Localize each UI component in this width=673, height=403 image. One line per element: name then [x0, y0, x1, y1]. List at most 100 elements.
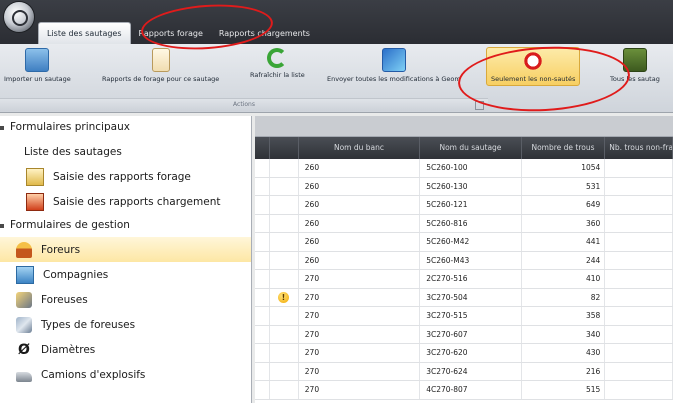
sidebar-item-label: Foreuses [41, 293, 88, 306]
cell-sautage[interactable]: 3C270-620 [420, 344, 522, 362]
column-header-banc[interactable]: Nom du banc [299, 137, 421, 159]
cell-banc[interactable]: 270 [299, 288, 421, 306]
sidebar-item-liste-sautages[interactable]: Liste des sautages [0, 139, 251, 164]
cell-trous-non-franchis[interactable] [605, 362, 673, 380]
cell-banc[interactable]: 260 [299, 214, 421, 232]
table-row[interactable]: 270 3C270-624 216 [255, 362, 673, 381]
cell-sautage[interactable]: 5C260-M43 [420, 251, 522, 269]
tab-rapports-chargements[interactable]: Rapports chargements [211, 24, 318, 44]
cell-banc[interactable]: 270 [299, 270, 421, 288]
sidebar-item-camions-explosifs[interactable]: Camions d'explosifs [0, 362, 251, 387]
row-indicator [255, 159, 270, 177]
row-indicator [255, 381, 270, 399]
cell-trous-non-franchis[interactable] [605, 325, 673, 343]
app-menu-icon[interactable] [4, 2, 34, 32]
cell-trous[interactable]: 649 [522, 196, 606, 214]
import-sautage-button[interactable]: Importer un sautage [4, 48, 71, 83]
cell-banc[interactable]: 270 [299, 344, 421, 362]
sidebar-item-compagnies[interactable]: Compagnies [0, 262, 251, 287]
cell-trous-non-franchis[interactable] [605, 214, 673, 232]
cell-banc[interactable]: 260 [299, 233, 421, 251]
tab-rapports-forage[interactable]: Rapports forage [131, 24, 211, 44]
sidebar-item-foreuses[interactable]: Foreuses [0, 287, 251, 312]
column-header-trous-non-franchis[interactable]: Nb. trous non-fran [605, 137, 673, 159]
cell-trous-non-franchis[interactable] [605, 233, 673, 251]
cell-trous[interactable]: 410 [522, 270, 606, 288]
refresh-button[interactable]: Rafraîchir la liste [250, 48, 305, 79]
table-row[interactable]: 260 5C260-M43 244 [255, 251, 673, 270]
table-row[interactable]: 270 3C270-620 430 [255, 344, 673, 363]
cell-banc[interactable]: 260 [299, 177, 421, 195]
cell-sautage[interactable]: 4C270-807 [420, 381, 522, 399]
tab-liste-sautages[interactable]: Liste des sautages [38, 22, 131, 45]
cell-banc[interactable]: 260 [299, 196, 421, 214]
sidebar-item-saisie-chargement[interactable]: Saisie des rapports chargement [0, 189, 251, 214]
sidebar-item-types-foreuses[interactable]: Types de foreuses [0, 312, 251, 337]
table-row[interactable]: 270 3C270-607 340 [255, 325, 673, 344]
filter-non-sautes-button[interactable]: Seulement les non-sautés [486, 47, 581, 86]
table-row[interactable]: 260 5C260-816 360 [255, 214, 673, 233]
cell-sautage[interactable]: 3C270-515 [420, 307, 522, 325]
cell-trous[interactable]: 531 [522, 177, 606, 195]
cell-trous[interactable]: 216 [522, 362, 606, 380]
charge-report-icon [26, 192, 44, 211]
send-to-geom-button[interactable]: Envoyer toutes les modifications à Geom [327, 48, 461, 83]
cell-trous-non-franchis[interactable] [605, 177, 673, 195]
cell-banc[interactable]: 260 [299, 251, 421, 269]
sidebar-item-foreurs[interactable]: Foreurs [0, 237, 251, 262]
cell-sautage[interactable]: 5C260-816 [420, 214, 522, 232]
table-row[interactable]: 270 4C270-807 515 [255, 381, 673, 400]
cell-trous-non-franchis[interactable] [605, 381, 673, 399]
cell-trous-non-franchis[interactable] [605, 288, 673, 306]
cell-trous[interactable]: 515 [522, 381, 606, 399]
cell-trous-non-franchis[interactable] [605, 307, 673, 325]
table-row[interactable]: 260 5C260-121 649 [255, 196, 673, 215]
row-indicator [255, 307, 270, 325]
cell-trous[interactable]: 244 [522, 251, 606, 269]
filter-non-sautes-label: Seulement les non-sautés [491, 75, 576, 83]
table-row[interactable]: ! 270 3C270-504 82 [255, 288, 673, 307]
cell-trous[interactable]: 340 [522, 325, 606, 343]
group-by-area [255, 116, 673, 137]
sidebar-item-label: Saisie des rapports forage [53, 170, 191, 183]
cell-trous-non-franchis[interactable] [605, 270, 673, 288]
table-row[interactable]: 260 5C260-100 1054 [255, 159, 673, 178]
cell-trous[interactable]: 1054 [522, 159, 606, 177]
cell-sautage[interactable]: 5C260-M42 [420, 233, 522, 251]
cell-trous-non-franchis[interactable] [605, 196, 673, 214]
cell-sautage[interactable]: 5C260-100 [420, 159, 522, 177]
table-row[interactable]: 270 2C270-516 410 [255, 270, 673, 289]
group-launcher-icon[interactable] [475, 101, 484, 110]
cell-sautage[interactable]: 5C260-130 [420, 177, 522, 195]
cell-trous[interactable]: 82 [522, 288, 606, 306]
sidebar-item-label: Liste des sautages [24, 145, 122, 158]
sidebar-item-label: Saisie des rapports chargement [53, 195, 221, 208]
table-row[interactable]: 270 3C270-515 358 [255, 307, 673, 326]
cell-trous-non-franchis[interactable] [605, 159, 673, 177]
column-header-trous[interactable]: Nombre de trous [522, 137, 606, 159]
cell-sautage[interactable]: 3C270-624 [420, 362, 522, 380]
cell-trous[interactable]: 441 [522, 233, 606, 251]
sidebar-item-saisie-forage[interactable]: Saisie des rapports forage [0, 164, 251, 189]
rapports-forage-button[interactable]: Rapports de forage pour ce sautage [102, 48, 219, 83]
cell-trous-non-franchis[interactable] [605, 251, 673, 269]
cell-trous-non-franchis[interactable] [605, 344, 673, 362]
cell-banc[interactable]: 260 [299, 159, 421, 177]
cell-sautage[interactable]: 5C260-121 [420, 196, 522, 214]
cell-trous[interactable]: 358 [522, 307, 606, 325]
all-sautages-button[interactable]: Tous les sautag [610, 48, 660, 83]
cell-banc[interactable]: 270 [299, 381, 421, 399]
row-indicator [255, 214, 270, 232]
table-row[interactable]: 260 5C260-130 531 [255, 177, 673, 196]
cell-trous[interactable]: 360 [522, 214, 606, 232]
cell-sautage[interactable]: 3C270-607 [420, 325, 522, 343]
table-row[interactable]: 260 5C260-M42 441 [255, 233, 673, 252]
cell-sautage[interactable]: 2C270-516 [420, 270, 522, 288]
column-header-sautage[interactable]: Nom du sautage [420, 137, 522, 159]
cell-banc[interactable]: 270 [299, 307, 421, 325]
cell-trous[interactable]: 430 [522, 344, 606, 362]
cell-banc[interactable]: 270 [299, 362, 421, 380]
sidebar-item-diametres[interactable]: Ø Diamètres [0, 337, 251, 362]
cell-sautage[interactable]: 3C270-504 [420, 288, 522, 306]
cell-banc[interactable]: 270 [299, 325, 421, 343]
